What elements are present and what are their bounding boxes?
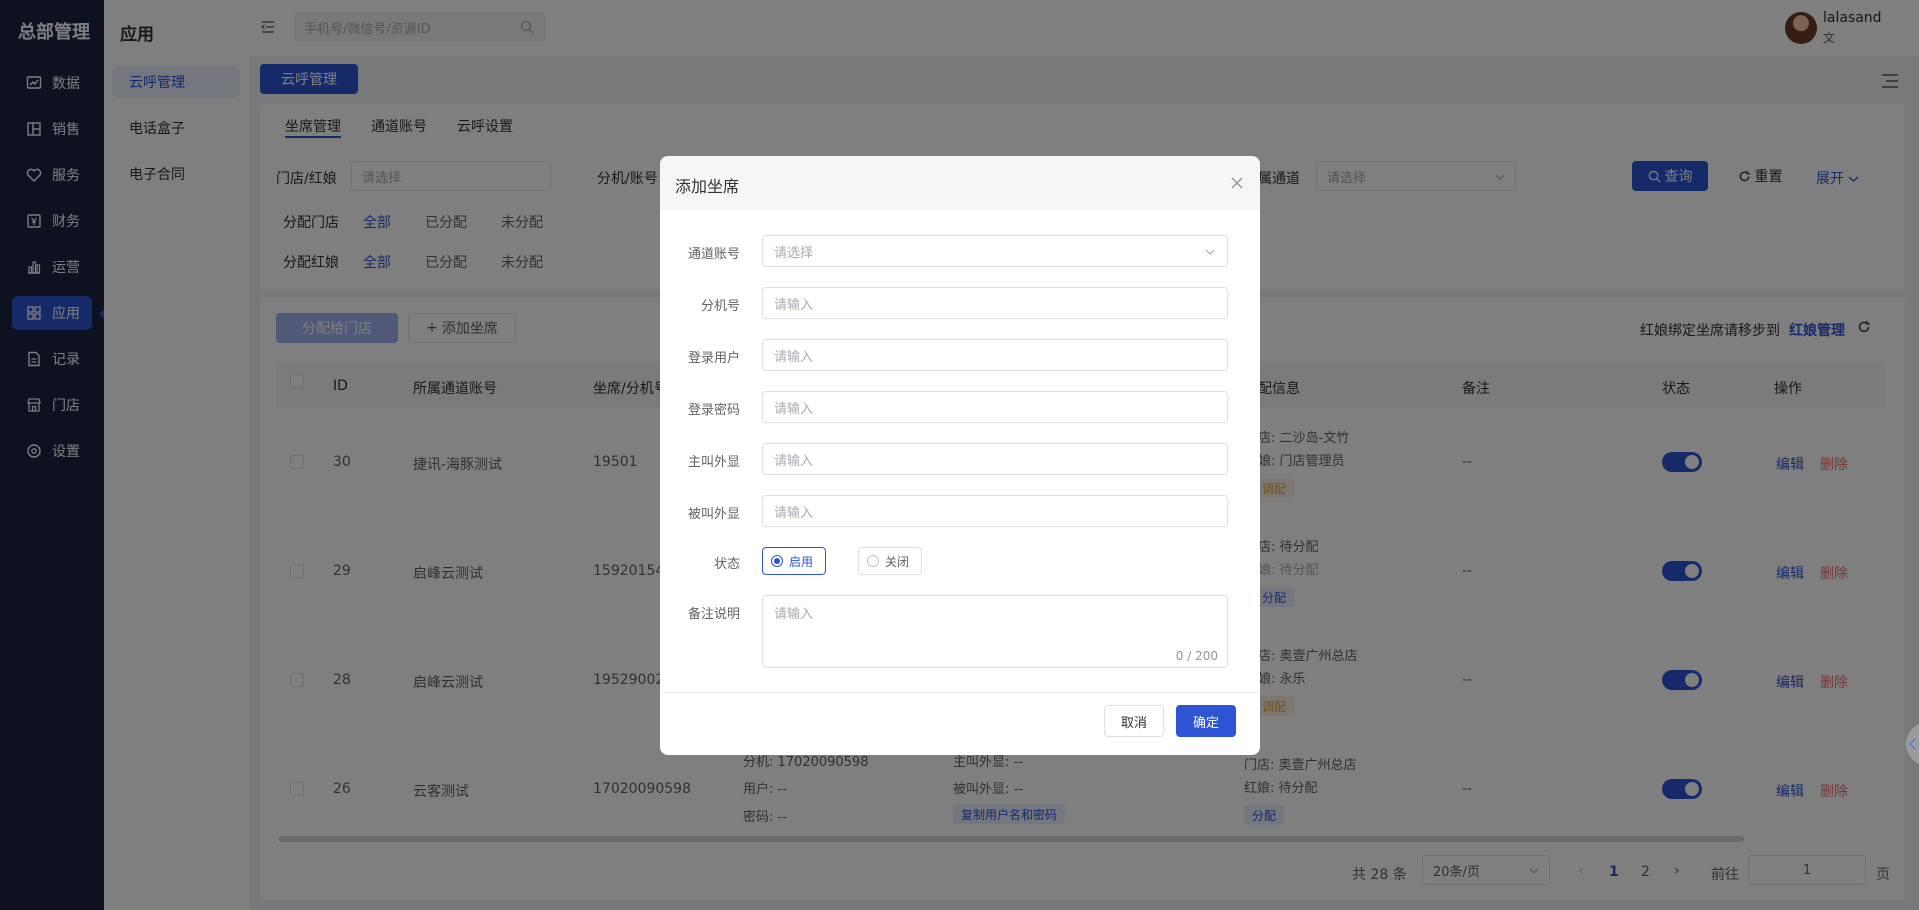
login-password-input[interactable]: 请输入	[762, 391, 1228, 423]
extension-label: 分机号	[700, 299, 740, 314]
login-password-placeholder: 请输入	[774, 401, 814, 417]
caller-display-label: 主叫外显	[687, 455, 740, 470]
extension-input[interactable]: 请输入	[762, 287, 1228, 319]
chevron-down-icon	[1205, 249, 1215, 255]
status-enable-label: 启用	[789, 554, 814, 569]
login-password-label: 登录密码	[687, 403, 740, 418]
callee-display-placeholder: 请输入	[774, 505, 814, 521]
dialog-footer: 取消 确定	[660, 692, 1260, 755]
radio-dot	[867, 555, 879, 567]
caller-display-input[interactable]: 请输入	[762, 443, 1228, 475]
dialog-header: 添加坐席	[660, 156, 1260, 210]
channel-account-placeholder: 请选择	[774, 245, 814, 261]
channel-account-select[interactable]: 请选择	[762, 235, 1228, 267]
callee-display-input[interactable]: 请输入	[762, 495, 1228, 527]
cancel-button[interactable]: 取消	[1104, 705, 1164, 737]
login-user-placeholder: 请输入	[774, 349, 814, 365]
radio-dot	[771, 555, 783, 567]
status-radio-enable[interactable]: 启用	[762, 547, 826, 575]
login-user-input[interactable]: 请输入	[762, 339, 1228, 371]
remark-placeholder: 请输入	[774, 607, 814, 622]
confirm-button[interactable]: 确定	[1176, 705, 1236, 737]
channel-account-label: 通道账号	[687, 247, 740, 262]
add-seat-dialog: 添加坐席 通道账号 请选择 分机号 请输入 登录用户 请输入 登录密码 请输入 …	[660, 156, 1260, 755]
dialog-title: 添加坐席	[675, 177, 740, 196]
status-radio-disable[interactable]: 关闭	[858, 547, 922, 575]
caller-display-placeholder: 请输入	[774, 453, 814, 469]
remark-char-count: 0 / 200	[1175, 649, 1218, 663]
status-disable-label: 关闭	[885, 554, 910, 569]
chevron-left-icon	[1909, 738, 1916, 750]
callee-display-label: 被叫外显	[687, 507, 740, 522]
extension-placeholder: 请输入	[774, 297, 814, 313]
close-icon[interactable]	[1230, 176, 1244, 190]
login-user-label: 登录用户	[687, 351, 740, 366]
status-label: 状态	[713, 557, 740, 572]
remark-label: 备注说明	[687, 607, 740, 622]
remark-textarea[interactable]: 请输入 0 / 200	[762, 595, 1228, 668]
